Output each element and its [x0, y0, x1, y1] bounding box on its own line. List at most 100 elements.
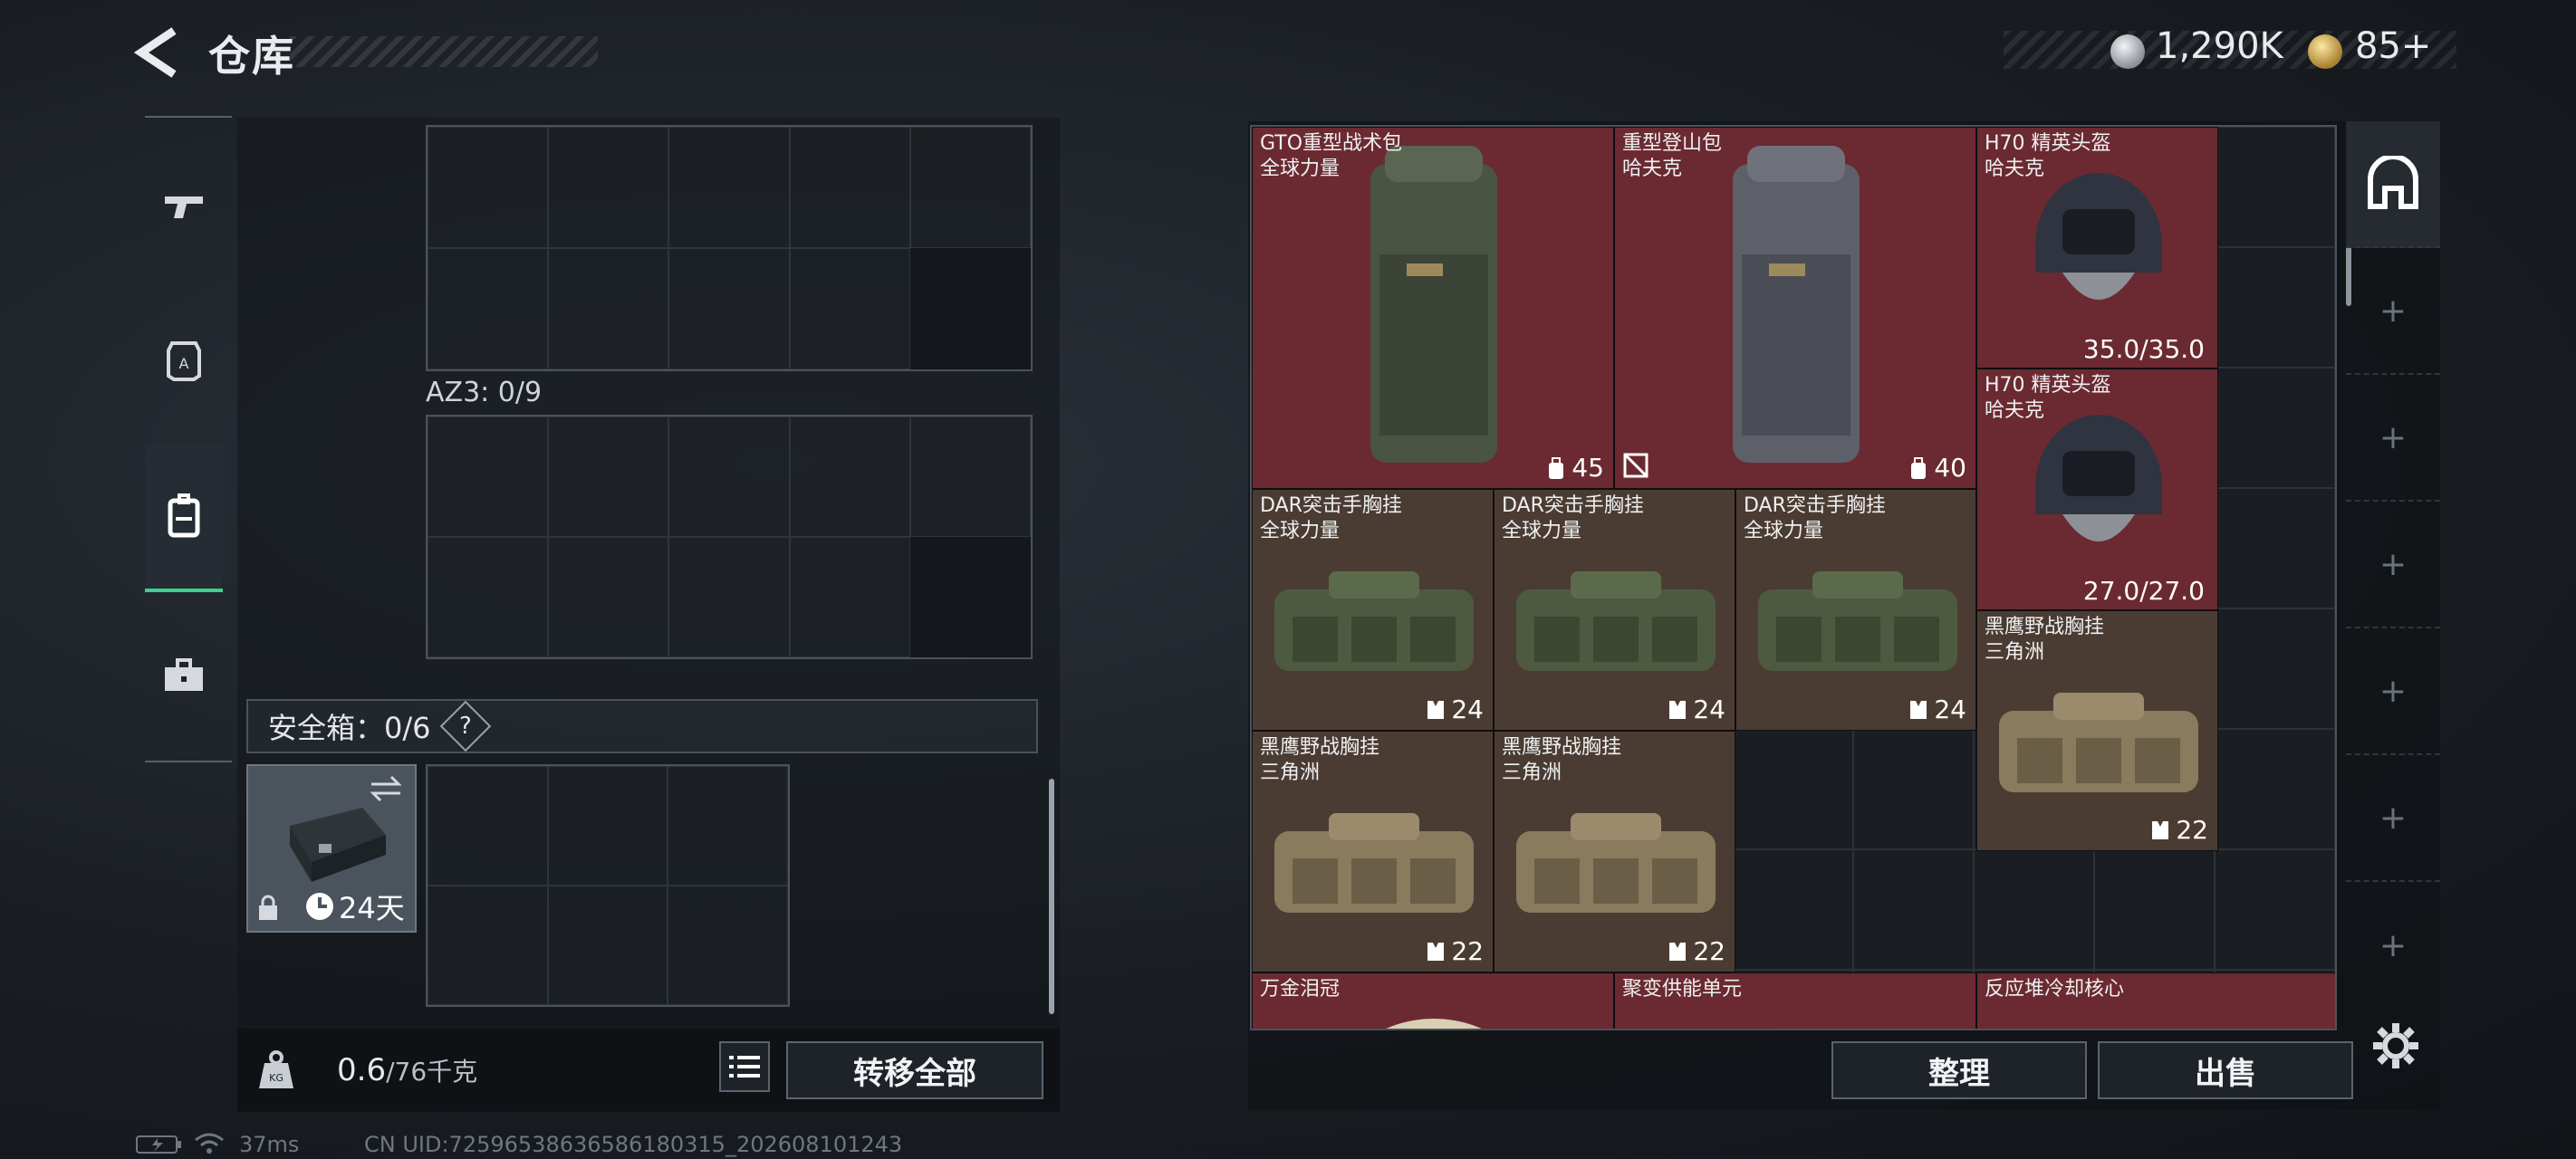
stash-item-valuable[interactable]: 反应堆冷却核心 [1976, 972, 2335, 1029]
container-grid-top [426, 125, 1033, 371]
sell-button[interactable]: 出售 [2098, 1041, 2353, 1099]
grid-cell[interactable] [909, 417, 1031, 537]
az3-capacity-label: AZ3: 0/9 [426, 377, 543, 408]
grid-cell[interactable] [428, 248, 549, 369]
grid-cell[interactable] [428, 537, 549, 657]
grid-cell[interactable] [547, 886, 668, 1005]
toolbox-icon [165, 658, 203, 691]
safe-box-capacity-label: 安全箱：0/6 [268, 711, 431, 745]
chest-rig-capacity-icon [1669, 942, 1687, 961]
grid-cell[interactable] [789, 248, 910, 369]
stash-tab-add[interactable]: + [2346, 248, 2440, 375]
stash-item-chest-rig[interactable]: DAR突击手胸挂 全球力量 24 [1735, 489, 1976, 731]
ping-readout: 37ms [239, 1132, 300, 1157]
item-name: H70 精英头盔 哈夫克 [1985, 132, 2111, 180]
stash-item-helmet[interactable]: H70 精英头盔 哈夫克 35.0/35.0 [1976, 127, 2218, 369]
grid-cell[interactable] [789, 127, 910, 248]
gold-coin-icon [2308, 34, 2342, 69]
gold-currency-value[interactable]: 85+ [2355, 25, 2431, 67]
clock-icon [306, 893, 333, 920]
nav-item-tools[interactable] [145, 621, 223, 730]
stash-tab-add[interactable]: + [2346, 882, 2440, 1009]
grid-cell[interactable] [428, 417, 549, 537]
chest-rig-capacity-icon [1669, 700, 1687, 719]
item-name: DAR突击手胸挂 全球力量 [1744, 494, 1886, 542]
stash-grid: GTO重型战术包 全球力量 45 重型登山包 哈夫克 40 H70 精英头盔 哈夫克 … [1250, 125, 2337, 1030]
back-icon[interactable] [133, 27, 179, 78]
left-panel-scrollbar[interactable] [1049, 779, 1054, 1014]
item-capacity: 40 [1908, 453, 1966, 483]
no-insurance-icon [1623, 453, 1648, 478]
grid-cell[interactable] [548, 417, 669, 537]
grid-cell[interactable] [668, 537, 790, 657]
grid-cell[interactable] [428, 886, 548, 1005]
capacity-icon [1911, 456, 1927, 479]
grid-cell[interactable] [668, 417, 790, 537]
helmet-icon [2035, 173, 2162, 300]
grid-cell[interactable] [668, 766, 788, 886]
stash-item-valuable[interactable]: 万金泪冠 [1252, 972, 1614, 1029]
grid-cell[interactable] [909, 127, 1031, 248]
item-name: 黑鹰野战胸挂 三角洲 [1260, 736, 1380, 784]
transfer-all-button[interactable]: 转移全部 [786, 1041, 1043, 1099]
nav-item-armor[interactable]: A [145, 306, 223, 415]
stash-tabs: + + + + + + [2346, 121, 2440, 1110]
plus-icon: + [2379, 545, 2408, 583]
nav-item-backpacks[interactable] [145, 444, 223, 592]
grid-cell[interactable] [668, 248, 790, 369]
stash-item-backpack[interactable]: GTO重型战术包 全球力量 45 [1252, 127, 1614, 489]
stash-item-chest-rig[interactable]: 黑鹰野战胸挂 三角洲 22 [1252, 731, 1494, 972]
helmet-icon [2035, 415, 2162, 541]
stash-tab-add[interactable]: + [2346, 502, 2440, 628]
nav-item-weapons[interactable] [145, 152, 223, 261]
item-name: 反应堆冷却核心 [1985, 978, 2125, 1001]
grid-cell[interactable] [789, 537, 910, 657]
item-capacity: 24 [1908, 694, 1966, 724]
grid-cell[interactable] [547, 766, 668, 886]
item-name: 万金泪冠 [1260, 978, 1341, 1001]
item-name: 聚变供能单元 [1622, 978, 1743, 1001]
sort-button[interactable]: 整理 [1831, 1041, 2087, 1099]
grid-cell[interactable] [548, 248, 669, 369]
grid-cell[interactable] [548, 537, 669, 657]
stash-item-helmet[interactable]: H70 精英头盔 哈夫克 27.0/27.0 [1976, 369, 2218, 610]
stash-tab-add[interactable]: + [2346, 628, 2440, 755]
plus-icon: + [2379, 799, 2408, 837]
grid-cell[interactable] [428, 766, 548, 886]
lock-icon [259, 895, 277, 920]
pistol-icon [165, 196, 203, 218]
grid-cell[interactable] [668, 886, 788, 1005]
title-decoration [290, 36, 598, 67]
fusion-cell-icon [1697, 1010, 1896, 1030]
stash-item-chest-rig[interactable]: DAR突击手胸挂 全球力量 24 [1494, 489, 1735, 731]
item-name: 黑鹰野战胸挂 三角洲 [1502, 736, 1622, 784]
stash-tab-main[interactable] [2346, 121, 2440, 248]
capacity-icon [1549, 456, 1564, 479]
armor-icon: A [167, 341, 201, 381]
stash-home-icon [2368, 156, 2418, 209]
plus-icon: + [2379, 292, 2408, 330]
stash-tab-add[interactable]: + [2346, 755, 2440, 882]
grid-cell[interactable] [548, 127, 669, 248]
item-capacity: 22 [1668, 936, 1725, 966]
grid-cell[interactable] [668, 127, 790, 248]
list-view-button[interactable] [719, 1041, 770, 1092]
settings-gear-icon[interactable] [2371, 1021, 2420, 1070]
swap-icon[interactable] [368, 773, 404, 804]
stash-tab-add[interactable]: + [2346, 375, 2440, 502]
stash-item-chest-rig[interactable]: 黑鹰野战胸挂 三角洲 22 [1976, 610, 2218, 851]
grid-cell[interactable] [428, 127, 549, 248]
weight-icon: KG [259, 1050, 293, 1088]
help-icon[interactable]: ? [439, 700, 491, 752]
grid-cell[interactable] [789, 417, 910, 537]
stash-item-chest-rig[interactable]: 黑鹰野战胸挂 三角洲 22 [1494, 731, 1735, 972]
backpack-icon [168, 493, 200, 538]
chest-rig-capacity-icon [1427, 700, 1445, 719]
stash-item-backpack[interactable]: 重型登山包 哈夫克 40 [1614, 127, 1976, 489]
safe-box-item[interactable]: 24天 [246, 764, 417, 933]
safe-box-grid [426, 764, 790, 1007]
chest-rig-icon [1999, 693, 2198, 792]
stash-item-valuable[interactable]: 聚变供能单元 [1614, 972, 1976, 1030]
item-durability: 35.0/35.0 [2082, 334, 2205, 364]
stash-item-chest-rig[interactable]: DAR突击手胸挂 全球力量 24 [1252, 489, 1494, 731]
